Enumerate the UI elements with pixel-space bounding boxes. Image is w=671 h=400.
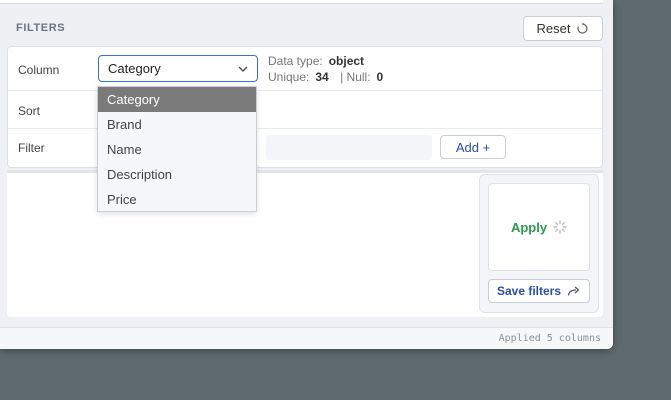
unique-value: 34 xyxy=(315,70,329,84)
data-type-value: object xyxy=(328,54,365,68)
filters-panel: FILTERS Reset Column Category Data type:… xyxy=(0,0,613,349)
save-filters-label: Save filters xyxy=(496,284,562,298)
dropdown-option[interactable]: Category xyxy=(98,87,256,112)
status-bar: Applied 5 columns xyxy=(0,327,613,349)
dropdown-option[interactable]: Price xyxy=(98,187,256,212)
filter-value-input[interactable] xyxy=(266,135,432,160)
unique-null-info: Unique: 34 | Null: 0 xyxy=(268,70,383,84)
unique-label: Unique: xyxy=(268,70,310,84)
column-select[interactable]: Category xyxy=(98,55,258,82)
status-text: Applied 5 columns xyxy=(498,333,601,344)
filter-row-label: Filter xyxy=(18,141,45,155)
action-box: Apply Save filters xyxy=(479,174,599,313)
data-type-label: Data type: xyxy=(268,54,323,68)
dropdown-option[interactable]: Name xyxy=(98,137,256,162)
reset-label: Reset xyxy=(536,21,571,36)
data-type-info: Data type: object xyxy=(268,54,364,68)
null-label: | Null: xyxy=(340,70,371,84)
apply-label: Apply xyxy=(510,219,548,235)
null-value: 0 xyxy=(376,70,384,84)
top-strip xyxy=(0,0,603,4)
column-dropdown-list: Category Brand Name Description Price xyxy=(97,86,257,212)
column-select-value: Category xyxy=(108,61,161,76)
share-arrow-icon xyxy=(567,286,580,296)
sort-row-label: Sort xyxy=(18,104,41,118)
chevron-down-icon xyxy=(238,66,248,73)
column-row-label: Column xyxy=(18,63,60,77)
dropdown-option[interactable]: Brand xyxy=(98,112,256,137)
save-filters-button[interactable]: Save filters xyxy=(488,279,590,303)
add-filter-button[interactable]: Add + xyxy=(440,135,506,159)
dropdown-option[interactable]: Description xyxy=(98,162,256,187)
reset-icon xyxy=(577,22,588,34)
spinner-icon xyxy=(553,220,567,234)
section-title: FILTERS xyxy=(16,22,66,34)
apply-button[interactable]: Apply xyxy=(488,183,590,271)
reset-button[interactable]: Reset xyxy=(523,16,603,41)
